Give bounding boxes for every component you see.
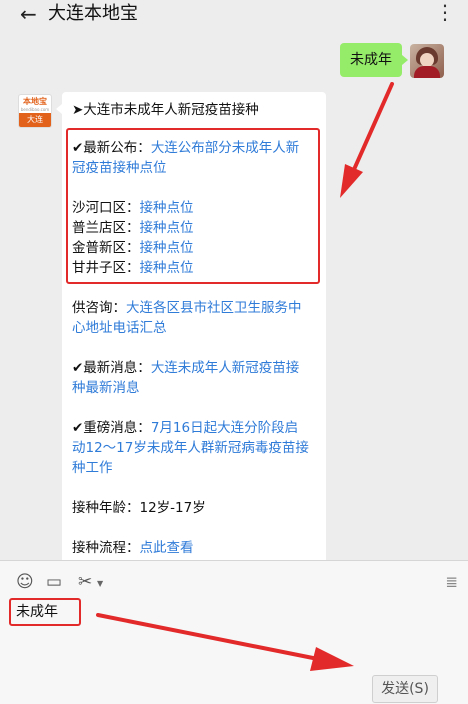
- my-message-bubble[interactable]: 未成年: [340, 43, 408, 77]
- line-link[interactable]: 大连公布部分未成年人新: [151, 140, 300, 156]
- district-ganjingzi: 甘井子区：接种点位: [72, 258, 194, 278]
- line-link[interactable]: 接种点位: [140, 200, 194, 216]
- latest-news-line: ✔最新消息：大连未成年人新冠疫苗接: [72, 358, 299, 378]
- line-link[interactable]: 心地址电话汇总: [72, 320, 167, 336]
- line-label: ✔重磅消息：: [72, 420, 151, 436]
- district-pulandian: 普兰店区：接种点位: [72, 218, 194, 238]
- line-label: ✔最新公布：: [72, 140, 151, 156]
- line-link[interactable]: 接种点位: [140, 260, 194, 276]
- top-bar: ← 大连本地宝 ⋮: [0, 0, 468, 30]
- chat-title: 大连本地宝: [48, 3, 138, 24]
- bot-message-bubble: ➤大连市未成年人新冠疫苗接种 ✔最新公布：大连公布部分未成年人新 冠疫苗接种点位…: [56, 92, 326, 560]
- vaccine-process-line: 接种流程：点此查看: [72, 538, 194, 558]
- bot-avatar[interactable]: 本地宝 bendibao.com 大连: [18, 94, 52, 128]
- line-link[interactable]: 动12～17岁未成年人群新冠病毒疫苗接: [72, 440, 309, 456]
- line-label: 供咨询：: [72, 300, 126, 316]
- line-link[interactable]: 接种点位: [140, 220, 194, 236]
- chat-history-icon[interactable]: ≣: [445, 573, 458, 591]
- chevron-down-icon[interactable]: ▼: [97, 579, 103, 588]
- folder-icon[interactable]: ▭: [46, 573, 62, 591]
- message-heading: ➤大连市未成年人新冠疫苗接种: [72, 102, 259, 118]
- major-news-line-cont: 动12～17岁未成年人群新冠病毒疫苗接: [72, 438, 309, 458]
- line-link[interactable]: 7月16日起大连分阶段启: [151, 420, 298, 436]
- line-link[interactable]: 接种点位: [140, 240, 194, 256]
- emoji-icon[interactable]: ☺: [16, 573, 34, 591]
- line-link[interactable]: 大连各区县市社区卫生服务中: [126, 300, 302, 316]
- more-options-icon[interactable]: ⋮: [435, 2, 456, 22]
- line-label: 甘井子区：: [72, 260, 140, 276]
- red-arrow-annotation: [340, 82, 394, 198]
- latest-published-line-cont: 冠疫苗接种点位: [72, 158, 167, 178]
- major-news-line: ✔重磅消息：7月16日起大连分阶段启: [72, 418, 298, 438]
- line-link[interactable]: 种工作: [72, 460, 113, 476]
- red-arrow-annotation-send: [96, 613, 354, 671]
- line-label: 接种流程：: [72, 540, 140, 556]
- line-link[interactable]: 点此查看: [140, 540, 194, 556]
- line-label: 普兰店区：: [72, 220, 140, 236]
- line-link[interactable]: 大连未成年人新冠疫苗接: [151, 360, 300, 376]
- bot-avatar-city: 大连: [19, 113, 51, 127]
- scissors-icon[interactable]: ✂: [78, 573, 92, 591]
- send-button[interactable]: 发送(S): [372, 675, 438, 703]
- line-label: 金普新区：: [72, 240, 140, 256]
- district-jinpu: 金普新区：接种点位: [72, 238, 194, 258]
- message-input[interactable]: 未成年: [16, 602, 58, 622]
- vaccine-age-line: 接种年龄：12岁-17岁: [72, 500, 206, 516]
- chat-area[interactable]: 未成年 本地宝 bendibao.com 大连 ➤大连市未成年人新冠疫苗接种 ✔…: [0, 30, 468, 560]
- back-arrow-icon[interactable]: ←: [20, 3, 37, 25]
- user-avatar[interactable]: [410, 44, 444, 78]
- latest-news-line-cont: 种最新消息: [72, 378, 140, 398]
- line-link[interactable]: 种最新消息: [72, 380, 140, 396]
- line-link[interactable]: 冠疫苗接种点位: [72, 160, 167, 176]
- major-news-line-cont2: 种工作: [72, 458, 113, 478]
- latest-published-line: ✔最新公布：大连公布部分未成年人新: [72, 138, 299, 158]
- consult-line: 供咨询：大连各区县市社区卫生服务中: [72, 298, 302, 318]
- bot-avatar-brand: 本地宝: [23, 97, 47, 106]
- line-label: 沙河口区：: [72, 200, 140, 216]
- district-shahekou: 沙河口区：接种点位: [72, 198, 194, 218]
- line-label: ✔最新消息：: [72, 360, 151, 376]
- consult-line-cont: 心地址电话汇总: [72, 318, 167, 338]
- message-composer: ☺ ▭ ✂ ▼ ≣ 未成年 发送(S): [0, 560, 468, 704]
